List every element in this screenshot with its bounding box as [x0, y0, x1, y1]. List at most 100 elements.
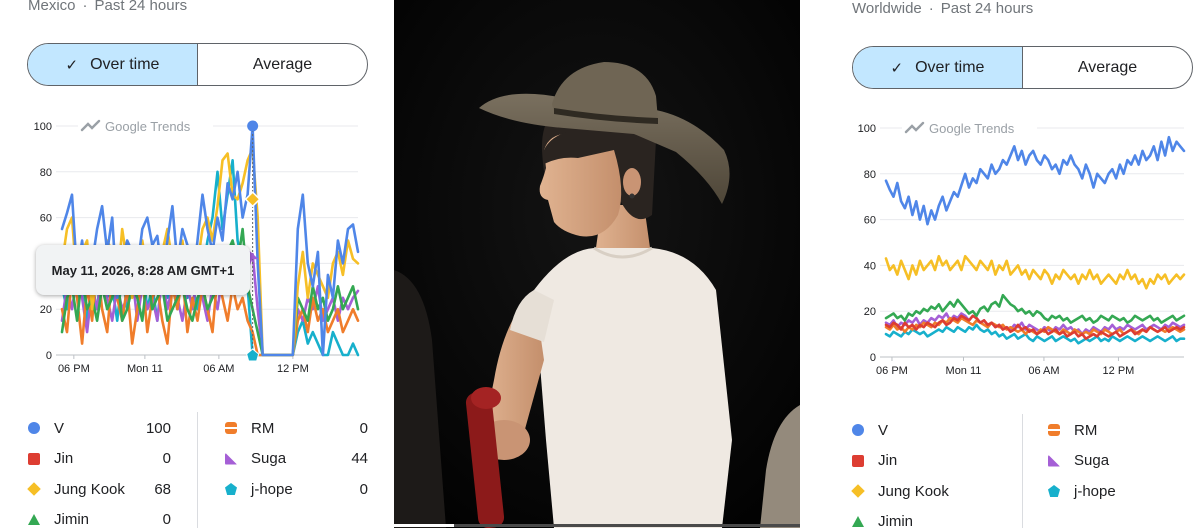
legend-name: j-hope [251, 480, 293, 498]
separator-dot: · [928, 0, 934, 17]
concert-photo [394, 0, 800, 528]
photo-illustration [394, 0, 800, 528]
y-tick-label: 80 [864, 169, 876, 181]
legend-item-j-hope[interactable]: j-hope [1048, 479, 1188, 503]
legend-value: 0 [162, 450, 171, 467]
legend-item-jung-kook[interactable]: Jung Kook 68 [27, 477, 171, 501]
pentagon-marker-icon [1048, 485, 1060, 497]
legend-name: Jimin [878, 513, 914, 528]
series-line-v [884, 135, 1186, 226]
separator-dot: · [82, 0, 88, 14]
interest-over-time-chart[interactable]: 0 20 40 60 80 100 06 PM Mon 11 06 AM 12 PM Google … [800, 112, 1200, 382]
legend-item-v[interactable]: V [852, 418, 1012, 442]
legend-name: Suga [1074, 452, 1110, 469]
legend-item-jung-kook[interactable]: Jung Kook [851, 479, 1012, 503]
legend-item-rm[interactable]: RM 0 [225, 416, 368, 440]
circle-marker-icon [852, 424, 864, 436]
legend-item-suga[interactable]: Suga [1048, 449, 1188, 473]
circle-marker-icon [28, 422, 40, 434]
tri-round-marker-icon [1048, 454, 1060, 467]
legend-name: Jimin [54, 511, 90, 528]
legend-value: 44 [351, 450, 368, 467]
y-tick-label: 60 [864, 215, 876, 227]
legend-name: RM [251, 419, 275, 437]
legend-value: 0 [162, 511, 171, 528]
x-tick-label: 12 PM [277, 363, 309, 375]
legend-item-rm[interactable]: RM [1048, 418, 1188, 442]
y-tick-label: 20 [864, 306, 876, 318]
white-tshirt [534, 248, 732, 528]
legend-value: 100 [145, 419, 171, 437]
average-button[interactable]: Average [198, 44, 367, 85]
y-tick-label: 0 [46, 350, 52, 362]
tri-round-marker-icon [225, 452, 237, 465]
over-time-button[interactable]: ✓ Over time [28, 44, 198, 85]
over-time-label: Over time [90, 55, 160, 73]
triangle-marker-icon [28, 514, 40, 525]
triangle-marker-icon [852, 516, 864, 527]
legend-item-v[interactable]: V 100 [28, 416, 171, 440]
x-tick-label: 06 PM [876, 365, 908, 377]
y-tick-label: 20 [40, 304, 52, 316]
x-tick-label: 12 PM [1103, 365, 1135, 377]
chart-plot-group: 0 20 40 60 80 100 06 PM Mon 11 06 AM 12 PM Google … [858, 118, 1186, 377]
trends-panel-mexico: Mexico · Past 24 hours ✓ Over time Average… [0, 0, 394, 528]
average-button[interactable]: Average [1023, 47, 1192, 88]
y-tick-label: 60 [40, 213, 52, 225]
legend-divider [197, 412, 198, 528]
series-line-jung-kook [884, 254, 1186, 290]
legend-item-suga[interactable]: Suga 44 [225, 447, 368, 471]
region-label: Mexico [28, 0, 76, 14]
x-tick-label: Mon 11 [946, 365, 982, 377]
region-timeframe: Mexico · Past 24 hours [28, 0, 187, 14]
legend-item-jin[interactable]: Jin [852, 449, 1012, 473]
legend-name: Jung Kook [878, 482, 949, 500]
hover-tooltip: May 11, 2026, 8:28 AM GMT+1 [36, 245, 250, 295]
y-tick-label: 80 [40, 167, 52, 179]
square-marker-icon [28, 452, 40, 465]
diamond-marker-icon [27, 482, 41, 496]
y-tick-label: 40 [864, 260, 876, 272]
check-icon: ✓ [890, 59, 904, 77]
legend-value: 0 [359, 480, 368, 498]
region-label: Worldwide [852, 0, 922, 17]
legend-value: 0 [359, 419, 368, 437]
legend-name: V [878, 421, 889, 439]
diamond-marker-icon [851, 484, 865, 498]
x-tick-label: 06 AM [1028, 365, 1059, 377]
legend-item-jimin[interactable]: Jimin [852, 510, 1012, 528]
legend-name: RM [1074, 421, 1098, 439]
y-tick-label: 100 [858, 123, 876, 135]
timeframe-label: Past 24 hours [940, 0, 1034, 17]
hourglass-marker-icon [225, 422, 237, 434]
legend-name: V [54, 419, 65, 437]
x-tick-label: 06 PM [58, 363, 90, 375]
legend-name: Jin [54, 450, 74, 467]
legend-divider [1022, 414, 1023, 528]
legend-value: 68 [154, 480, 171, 498]
legend-name: Jung Kook [54, 480, 125, 498]
check-icon: ✓ [65, 56, 79, 74]
average-label: Average [1077, 58, 1138, 76]
y-tick-label: 100 [34, 121, 52, 133]
over-time-label: Over time [915, 58, 985, 76]
legend-name: Jin [878, 452, 898, 469]
google-trends-watermark: Google Trends [929, 121, 1015, 136]
legend-item-jin[interactable]: Jin 0 [28, 447, 171, 471]
google-trends-watermark: Google Trends [105, 119, 191, 134]
trends-panel-worldwide: Worldwide · Past 24 hours ✓ Over time Aver… [800, 0, 1200, 528]
legend-item-jimin[interactable]: Jimin 0 [28, 508, 171, 528]
legend-name: Suga [251, 450, 287, 467]
x-tick-label: 06 AM [203, 363, 234, 375]
average-label: Average [252, 55, 313, 73]
legend-item-j-hope[interactable]: j-hope 0 [225, 477, 368, 501]
square-marker-icon [852, 454, 864, 467]
view-toggle: ✓ Over time Average [852, 46, 1193, 89]
pentagon-marker-icon [225, 483, 237, 495]
y-tick-label: 0 [870, 352, 876, 364]
over-time-button[interactable]: ✓ Over time [853, 47, 1023, 88]
hourglass-marker-icon [1048, 424, 1060, 436]
region-timeframe: Worldwide · Past 24 hours [852, 0, 1033, 17]
view-toggle: ✓ Over time Average [27, 43, 368, 86]
legend-name: j-hope [1074, 482, 1116, 500]
